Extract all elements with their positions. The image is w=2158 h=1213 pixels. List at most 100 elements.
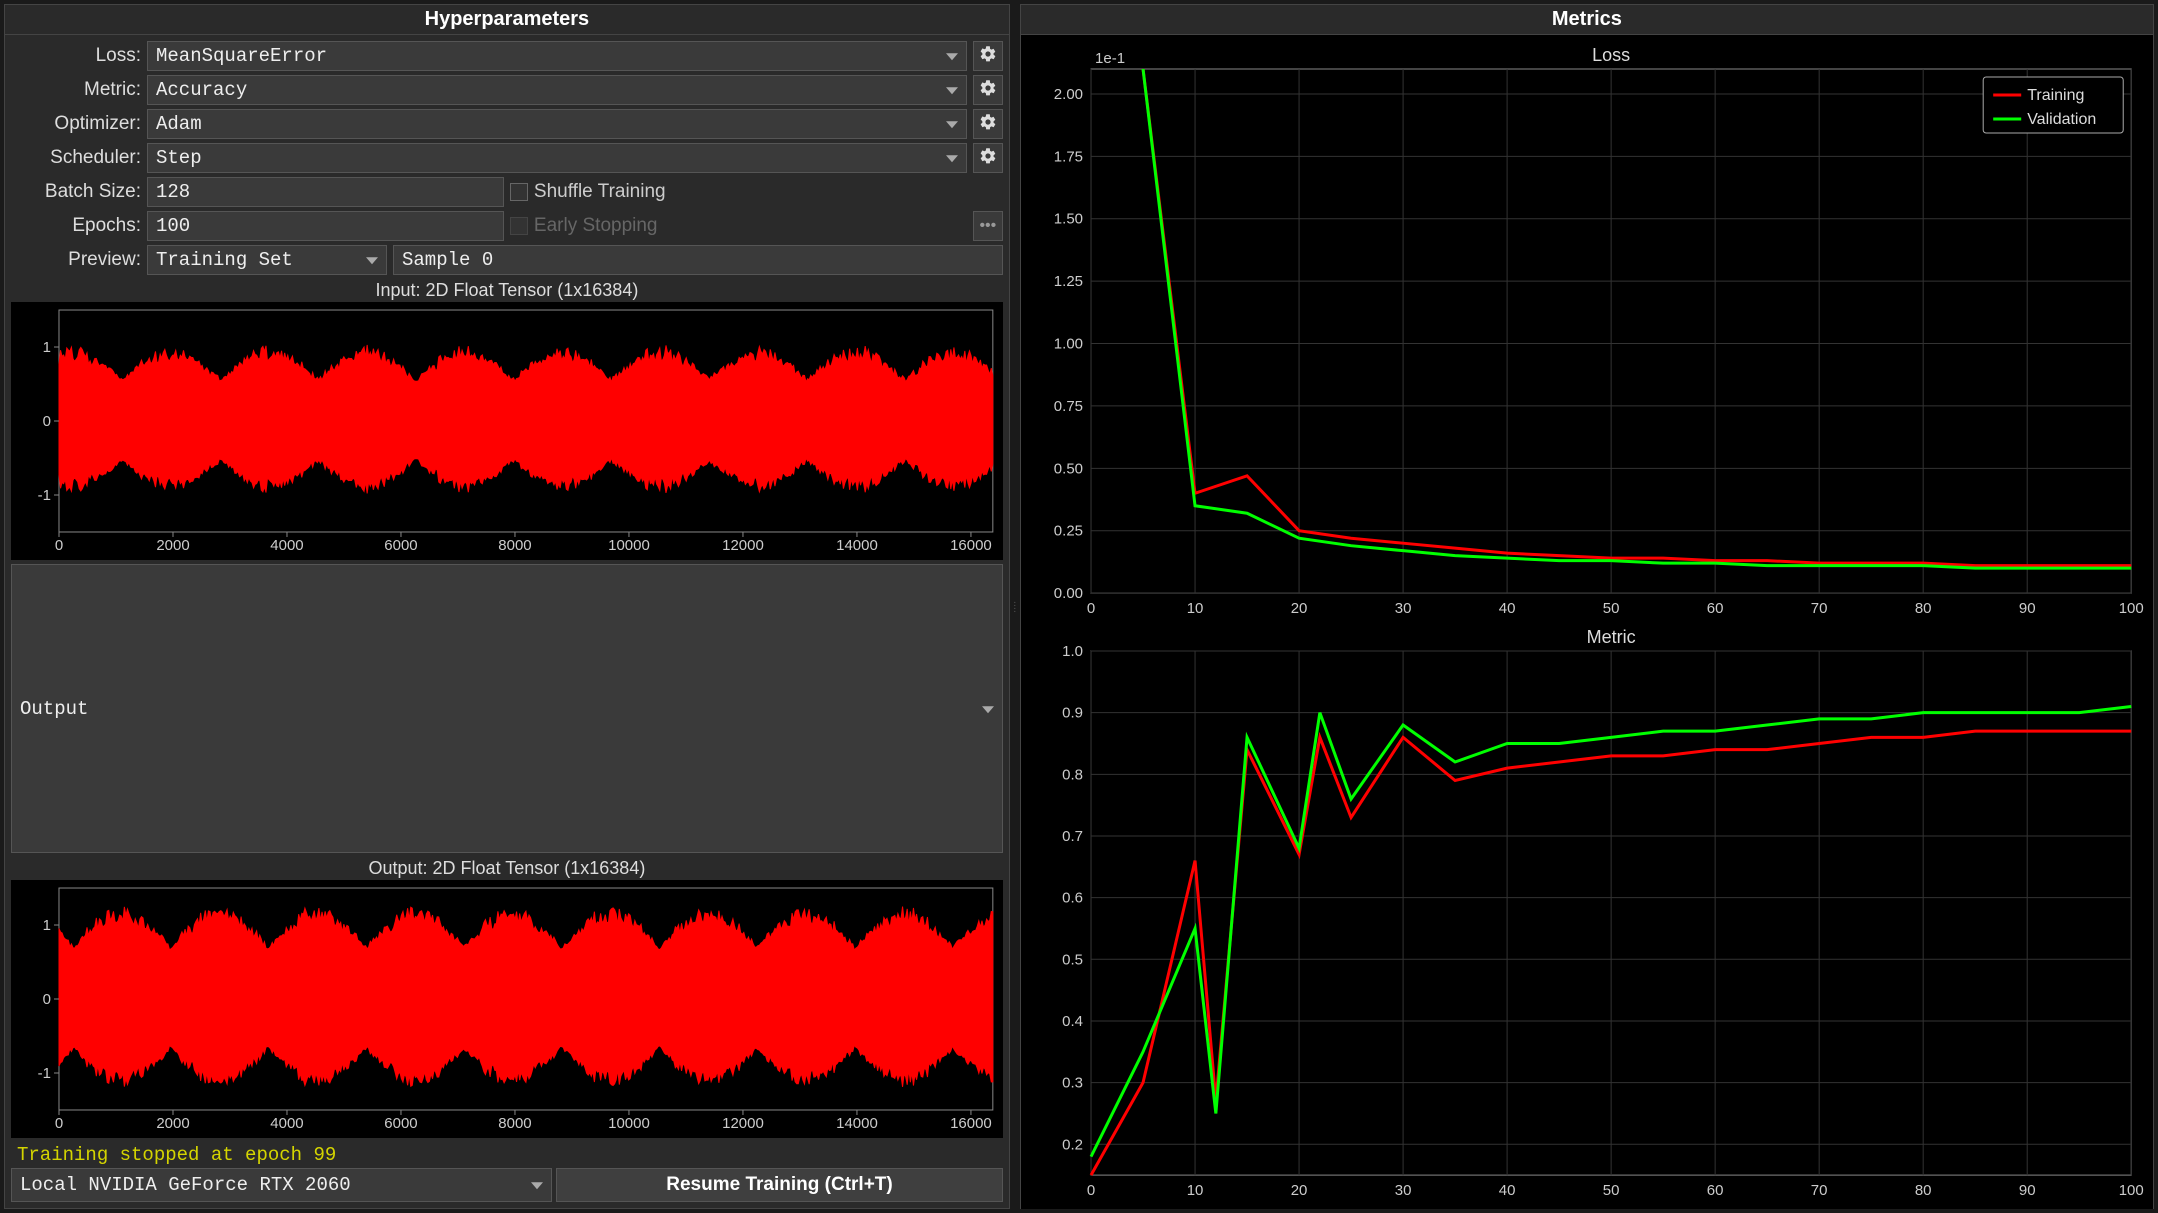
svg-text:40: 40 [1499, 1182, 1516, 1199]
shuffle-label: Shuffle Training [534, 181, 666, 203]
svg-text:Validation: Validation [2027, 111, 2096, 128]
metrics-title: Metrics [1021, 5, 2153, 35]
training-status: Training stopped at epoch 99 [11, 1142, 1003, 1168]
svg-text:14000: 14000 [836, 1115, 878, 1132]
svg-text:50: 50 [1603, 1182, 1620, 1199]
preview-label: Preview: [11, 249, 141, 271]
scheduler-select[interactable]: Step [147, 143, 967, 173]
ellipsis-icon: ••• [979, 217, 996, 235]
svg-text:70: 70 [1811, 1182, 1828, 1199]
early-stopping-checkbox[interactable] [510, 217, 528, 235]
svg-text:14000: 14000 [836, 537, 878, 554]
svg-text:12000: 12000 [722, 1115, 764, 1132]
batch-size-input[interactable]: 128 [147, 177, 504, 207]
loss-value: MeanSquareError [156, 45, 327, 67]
loss-label: Loss: [11, 45, 141, 67]
svg-text:16000: 16000 [950, 1115, 992, 1132]
metric-select[interactable]: Accuracy [147, 75, 967, 105]
epochs-label: Epochs: [11, 215, 141, 237]
batch-size-value: 128 [156, 181, 190, 203]
svg-text:100: 100 [2118, 1182, 2143, 1199]
svg-text:-1: -1 [38, 1065, 51, 1082]
svg-text:80: 80 [1915, 1182, 1932, 1199]
optimizer-label: Optimizer: [11, 113, 141, 135]
batch-size-label: Batch Size: [11, 181, 141, 203]
early-stopping-label: Early Stopping [534, 215, 658, 237]
svg-text:0.00: 0.00 [1054, 585, 1083, 602]
svg-text:1.75: 1.75 [1054, 148, 1083, 165]
svg-text:0.50: 0.50 [1054, 460, 1083, 477]
svg-text:4000: 4000 [270, 537, 303, 554]
metric-chart[interactable]: Metric0.20.30.40.50.60.70.80.91.00102030… [1029, 627, 2145, 1205]
shuffle-checkbox[interactable] [510, 183, 528, 201]
scheduler-settings-button[interactable] [973, 143, 1003, 173]
svg-text:10000: 10000 [608, 537, 650, 554]
hyperparameters-panel: Hyperparameters Loss: MeanSquareError Me… [4, 4, 1010, 1209]
preview-sample-input[interactable]: Sample 0 [393, 245, 1003, 275]
svg-text:10: 10 [1186, 600, 1203, 617]
svg-text:0.25: 0.25 [1054, 523, 1083, 540]
svg-text:6000: 6000 [384, 1115, 417, 1132]
svg-text:-1: -1 [38, 487, 51, 504]
optimizer-select[interactable]: Adam [147, 109, 967, 139]
scheduler-value: Step [156, 147, 202, 169]
grip-icon: ···· [1013, 601, 1016, 613]
gear-icon [979, 147, 997, 170]
svg-text:2.00: 2.00 [1054, 86, 1083, 103]
svg-text:0.2: 0.2 [1062, 1136, 1083, 1153]
svg-text:8000: 8000 [498, 537, 531, 554]
svg-text:1: 1 [43, 339, 51, 356]
svg-text:Metric: Metric [1586, 627, 1635, 647]
preview-set-select[interactable]: Training Set [147, 245, 387, 275]
svg-text:70: 70 [1811, 600, 1828, 617]
svg-text:60: 60 [1707, 600, 1724, 617]
epochs-input[interactable]: 100 [147, 211, 504, 241]
svg-text:Training: Training [2027, 87, 2084, 104]
svg-text:1.00: 1.00 [1054, 336, 1083, 353]
svg-text:0.6: 0.6 [1062, 890, 1083, 907]
svg-text:0.3: 0.3 [1062, 1075, 1083, 1092]
svg-text:20: 20 [1291, 600, 1308, 617]
svg-text:1.25: 1.25 [1054, 273, 1083, 290]
output-tensor-title: Output: 2D Float Tensor (1x16384) [11, 857, 1003, 880]
gear-icon [979, 79, 997, 102]
svg-text:0: 0 [55, 537, 63, 554]
early-stopping-more-button[interactable]: ••• [973, 211, 1003, 241]
svg-text:0.5: 0.5 [1062, 951, 1083, 968]
resume-training-button[interactable]: Resume Training (Ctrl+T) [556, 1168, 1003, 1202]
loss-select[interactable]: MeanSquareError [147, 41, 967, 71]
svg-text:1.50: 1.50 [1054, 211, 1083, 228]
svg-text:6000: 6000 [384, 537, 417, 554]
svg-text:90: 90 [2019, 600, 2036, 617]
metrics-panel: Metrics Loss1e-10.000.250.500.751.001.25… [1020, 4, 2154, 1209]
optimizer-settings-button[interactable] [973, 109, 1003, 139]
svg-text:0: 0 [43, 413, 51, 430]
svg-text:30: 30 [1395, 1182, 1412, 1199]
metric-settings-button[interactable] [973, 75, 1003, 105]
svg-text:0.8: 0.8 [1062, 766, 1083, 783]
scheduler-label: Scheduler: [11, 147, 141, 169]
loss-chart[interactable]: Loss1e-10.000.250.500.751.001.251.501.75… [1029, 45, 2145, 623]
input-tensor-title: Input: 2D Float Tensor (1x16384) [11, 279, 1003, 302]
preview-set-value: Training Set [156, 249, 293, 271]
panel-splitter[interactable]: ···· [1012, 0, 1018, 1213]
svg-text:Loss: Loss [1592, 45, 1630, 65]
loss-settings-button[interactable] [973, 41, 1003, 71]
svg-text:10: 10 [1186, 1182, 1203, 1199]
output-channel-select[interactable]: Output [11, 564, 1003, 853]
device-select[interactable]: Local NVIDIA GeForce RTX 2060 [11, 1168, 552, 1202]
svg-text:10000: 10000 [608, 1115, 650, 1132]
svg-text:1e-1: 1e-1 [1095, 50, 1125, 67]
svg-text:12000: 12000 [722, 537, 764, 554]
output-tensor-plot[interactable]: -101020004000600080001000012000140001600… [11, 880, 1003, 1138]
svg-text:2000: 2000 [156, 537, 189, 554]
svg-text:0: 0 [43, 991, 51, 1008]
input-tensor-plot[interactable]: -1 0 1 0 2000 4000 6000 8000 10000 12000 14000 1600… [11, 302, 1003, 560]
svg-text:0: 0 [1087, 600, 1095, 617]
svg-text:100: 100 [2118, 600, 2143, 617]
svg-text:20: 20 [1291, 1182, 1308, 1199]
svg-text:0.4: 0.4 [1062, 1013, 1083, 1030]
svg-text:16000: 16000 [950, 537, 992, 554]
hyperparameters-title: Hyperparameters [5, 5, 1009, 35]
svg-text:30: 30 [1395, 600, 1412, 617]
